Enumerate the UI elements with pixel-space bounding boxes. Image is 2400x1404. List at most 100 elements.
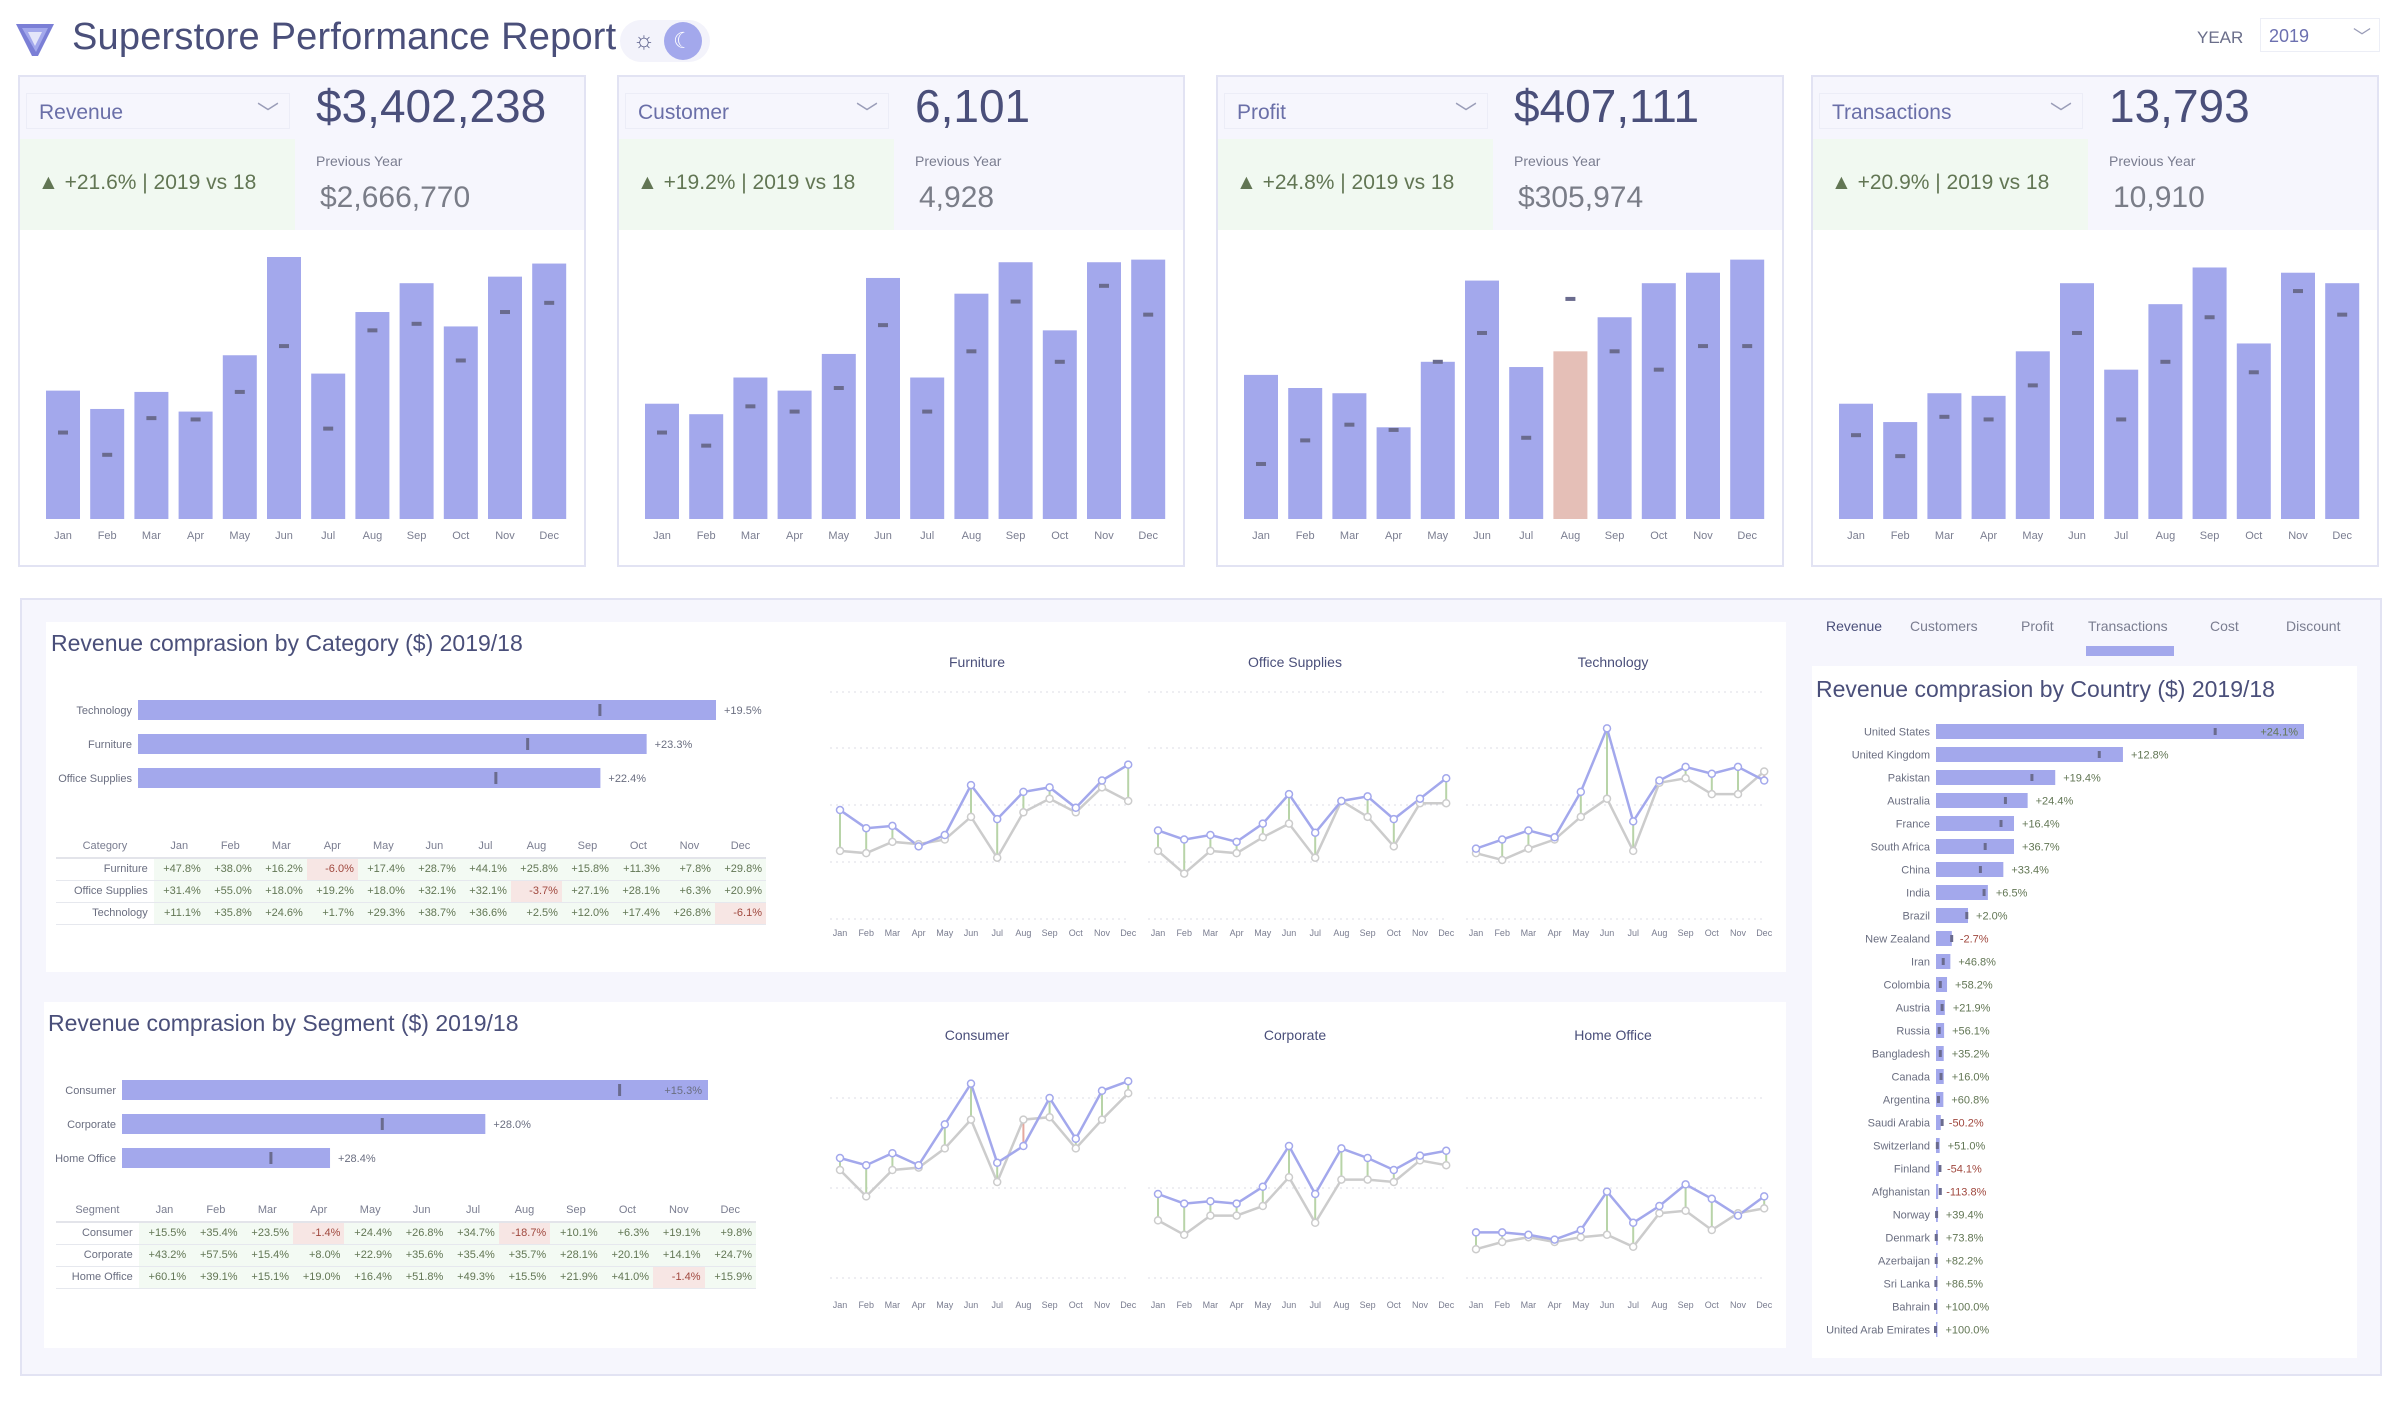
previous-year-marker — [922, 409, 933, 414]
table-cell: +29.8% — [714, 858, 766, 881]
current-year-point — [1179, 1199, 1189, 1208]
bar — [222, 355, 257, 519]
tick-label: Feb — [1296, 530, 1315, 542]
tick-label: Jan — [1151, 1300, 1166, 1310]
previous-year-point — [1707, 1225, 1717, 1235]
bar-category-label: India — [1906, 888, 1931, 900]
current-year-line — [839, 763, 1129, 848]
kpi-card-revenue: Revenue ﹀ $3,402,238 ▲ +21.6% | 2019 vs … — [18, 75, 586, 567]
table-cell: +22.9% — [344, 1244, 396, 1267]
column-header: May — [357, 834, 409, 859]
kpi-metric-select[interactable]: Profit ﹀ — [1224, 93, 1488, 129]
bar — [1936, 793, 2028, 808]
tick-label: Apr — [1230, 1300, 1244, 1310]
row-label: Furniture — [56, 858, 154, 881]
table-header-row: Segment Jan Feb Mar Apr May Jun Jul Aug Sep Oct Nov… — [56, 1198, 756, 1223]
tab-revenue[interactable]: Revenue — [1826, 618, 1882, 634]
previous-year-point — [1389, 842, 1399, 851]
tab-cost[interactable]: Cost — [2210, 618, 2239, 634]
current-year-point — [1206, 830, 1215, 840]
bar — [1332, 393, 1367, 519]
bar — [1839, 403, 1873, 519]
bar — [138, 768, 601, 788]
table-row: Furniture +47.8% +38.0% +16.2% -6.0% +17.4% +2… — [56, 858, 766, 881]
tick-label: Jan — [653, 530, 671, 542]
current-year-point — [940, 1120, 950, 1129]
tick-label: Nov — [1730, 928, 1747, 938]
row-label: Consumer — [56, 1222, 139, 1245]
tab-profit[interactable]: Profit — [2021, 618, 2054, 634]
tick-label: Apr — [1230, 928, 1244, 938]
table-cell: -1.4% — [293, 1222, 345, 1245]
sun-icon[interactable]: ☼ — [630, 27, 658, 55]
category-table: Category Jan Feb Mar Apr May Jun Jul Aug Sep Oct No… — [56, 834, 766, 925]
tab-transactions[interactable]: Transactions — [2088, 618, 2168, 634]
tick-label: Feb — [858, 1300, 874, 1310]
previous-year-marker — [58, 430, 68, 435]
tab-discount[interactable]: Discount — [2286, 618, 2340, 634]
tick-label: Jul — [1627, 1300, 1639, 1310]
page-title: Superstore Performance Report — [72, 16, 617, 58]
bar-value-label: +35.2% — [1952, 1049, 1990, 1061]
previous-year-marker — [1609, 349, 1620, 354]
table-cell: +49.3% — [447, 1266, 499, 1289]
country-bar-chart: United States +24.1% United Kingdom +12.8% P… — [1826, 724, 2304, 1337]
bar-category-label: South Africa — [1871, 842, 1931, 854]
current-year-point — [1471, 1228, 1481, 1237]
current-year-point — [1733, 762, 1743, 772]
chevron-down-icon: ﹀ — [855, 101, 878, 126]
line-chart-title: Corporate — [1264, 1027, 1326, 1043]
tick-label: Oct — [1069, 1300, 1084, 1310]
previous-year-marker — [2293, 289, 2303, 294]
table-row: Home Office +60.1% +39.1% +15.1% +19.0% +16.4… — [56, 1266, 756, 1289]
table-cell: +60.1% — [138, 1266, 191, 1289]
tab-customers[interactable]: Customers — [1910, 618, 1978, 634]
current-year-point — [835, 1153, 845, 1163]
previous-year-point — [992, 1177, 1002, 1187]
bar — [138, 734, 647, 754]
bar-category-label: Canada — [1891, 1072, 1930, 1084]
previous-year-point — [1206, 1211, 1215, 1220]
previous-year-marker — [789, 409, 800, 414]
previous-year-point — [1071, 1144, 1081, 1153]
column-header: Sep — [550, 1198, 602, 1223]
table-row: Technology +11.1% +35.8% +24.6% +1.7% +29.3% +… — [56, 902, 766, 925]
kpi-metric-select[interactable]: Transactions ﹀ — [1819, 93, 2083, 129]
table-cell: +35.7% — [498, 1244, 551, 1267]
tick-label: Jun — [964, 1300, 979, 1310]
year-label: YEAR — [2197, 28, 2244, 47]
year-select[interactable]: 2019 ﹀ — [2260, 18, 2380, 52]
current-year-point — [1759, 776, 1769, 785]
tick-label: May — [828, 530, 849, 542]
table-cell: +26.8% — [663, 902, 715, 925]
bar-category-label: Iran — [1911, 957, 1930, 969]
kpi-metric-select[interactable]: Revenue ﹀ — [26, 93, 290, 129]
kpi-metric-select[interactable]: Customer ﹀ — [625, 93, 889, 129]
bar-category-label: Finland — [1894, 1164, 1930, 1176]
tick-label: Jun — [874, 530, 892, 542]
tick-label: Aug — [1651, 928, 1667, 938]
tick-label: Jul — [2114, 530, 2128, 542]
tick-label: Dec — [1120, 1300, 1137, 1310]
current-year-point — [966, 780, 976, 790]
current-year-point — [1628, 817, 1638, 826]
moon-icon[interactable]: ☾ — [664, 22, 702, 60]
table-cell: +19.1% — [653, 1222, 705, 1245]
bar-category-label: Norway — [1893, 1210, 1931, 1222]
previous-year-marker — [323, 426, 334, 431]
year-value: 2019 — [2269, 26, 2310, 46]
tick-label: Sep — [1006, 530, 1026, 542]
previous-year-marker — [1938, 981, 1942, 988]
segment-table: Segment Jan Feb Mar Apr May Jun Jul Aug Sep Oct Nov… — [56, 1198, 756, 1289]
current-year-point — [1097, 776, 1107, 785]
previous-year-point — [1310, 1218, 1320, 1228]
bar — [267, 257, 301, 519]
bar-value-label: +19.4% — [2063, 773, 2101, 785]
tick-label: Jul — [991, 1300, 1003, 1310]
table-cell: +2.5% — [510, 902, 562, 925]
bar — [910, 377, 945, 519]
bar — [1131, 259, 1166, 519]
bar-value-label: +16.4% — [2022, 819, 2060, 831]
theme-toggle[interactable]: ☼ ☾ — [620, 20, 710, 62]
tick-label: May — [1427, 530, 1448, 542]
